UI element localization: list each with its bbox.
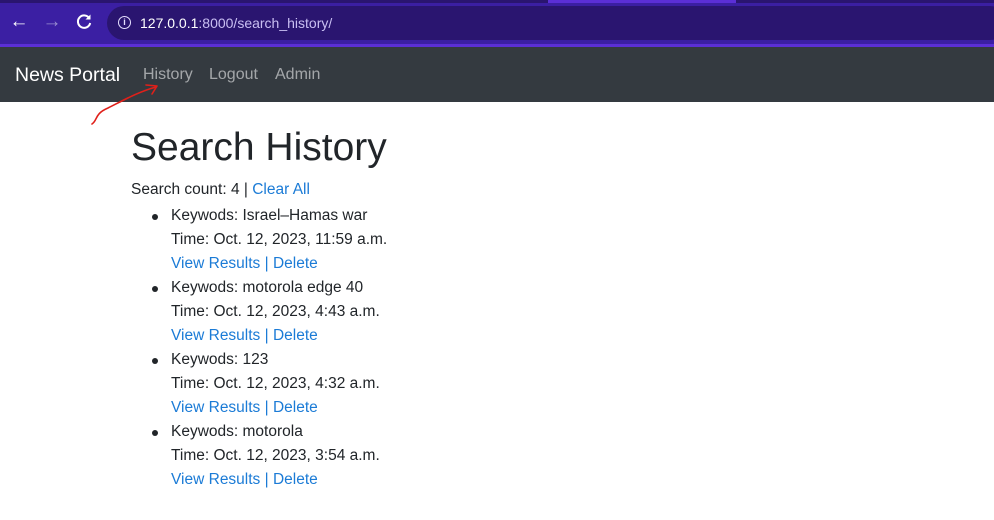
arrow-left-icon[interactable]: ←	[8, 11, 30, 33]
keywords-text: Keywods: motorola edge 40	[171, 279, 364, 296]
time-text: Time: Oct. 12, 2023, 3:54 a.m.	[171, 447, 380, 464]
view-results-link[interactable]: View Results	[171, 255, 260, 272]
delete-link[interactable]: Delete	[273, 471, 318, 488]
link-separator: |	[260, 399, 273, 416]
info-icon[interactable]: i	[118, 16, 131, 29]
time-text: Time: Oct. 12, 2023, 4:32 a.m.	[171, 375, 380, 392]
history-list: Keywods: Israel–Hamas war Time: Oct. 12,…	[131, 204, 951, 492]
clear-all-link[interactable]: Clear All	[252, 181, 310, 198]
page-title: Search History	[131, 126, 387, 169]
view-results-link[interactable]: View Results	[171, 399, 260, 416]
link-separator: |	[260, 471, 273, 488]
search-count-line: Search count: 4 | Clear All	[131, 180, 951, 200]
time-text: Time: Oct. 12, 2023, 4:43 a.m.	[171, 303, 380, 320]
keywords-text: Keywods: Israel–Hamas war	[171, 207, 368, 224]
address-bar[interactable]: i 127.0.0.1:8000/search_history/	[107, 6, 994, 40]
delete-link[interactable]: Delete	[273, 327, 318, 344]
actions-row: View Results | Delete	[171, 468, 951, 492]
nav-link-logout[interactable]: Logout	[209, 66, 258, 84]
actions-row: View Results | Delete	[171, 396, 951, 420]
nav-link-admin[interactable]: Admin	[275, 66, 320, 84]
active-tab-indicator[interactable]	[548, 0, 736, 3]
time-text: Time: Oct. 12, 2023, 11:59 a.m.	[171, 231, 388, 248]
reload-icon[interactable]	[73, 11, 95, 33]
search-count: Search count: 4	[131, 181, 240, 198]
history-item: Keywods: motorola edge 40 Time: Oct. 12,…	[152, 276, 951, 348]
bullet-icon	[152, 430, 158, 436]
bullet-icon	[152, 358, 158, 364]
delete-link[interactable]: Delete	[273, 255, 318, 272]
link-separator: |	[260, 255, 273, 272]
history-item: Keywods: Israel–Hamas war Time: Oct. 12,…	[152, 204, 951, 276]
annotation-arrow	[91, 84, 158, 125]
view-results-link[interactable]: View Results	[171, 327, 260, 344]
tab-strip	[0, 0, 994, 3]
view-results-link[interactable]: View Results	[171, 471, 260, 488]
separator: |	[239, 181, 253, 198]
browser-toolbar: ← → i 127.0.0.1:8000/search_history/	[0, 0, 994, 47]
keywords-text: Keywods: motorola	[171, 423, 303, 440]
bullet-icon	[152, 214, 158, 220]
url-text[interactable]: 127.0.0.1:8000/search_history/	[140, 15, 332, 31]
keywords-text: Keywods: 123	[171, 351, 269, 368]
actions-row: View Results | Delete	[171, 324, 951, 348]
url-path: :8000/search_history/	[198, 15, 333, 31]
delete-link[interactable]: Delete	[273, 399, 318, 416]
link-separator: |	[260, 327, 273, 344]
bullet-icon	[152, 286, 158, 292]
actions-row: View Results | Delete	[171, 252, 951, 276]
history-item: Keywods: motorola Time: Oct. 12, 2023, 3…	[152, 420, 951, 492]
arrow-right-icon[interactable]: →	[41, 11, 63, 33]
history-item: Keywods: 123 Time: Oct. 12, 2023, 4:32 a…	[152, 348, 951, 420]
url-host: 127.0.0.1	[140, 15, 199, 31]
main-content: Search History Search count: 4 | Clear A…	[131, 124, 951, 492]
